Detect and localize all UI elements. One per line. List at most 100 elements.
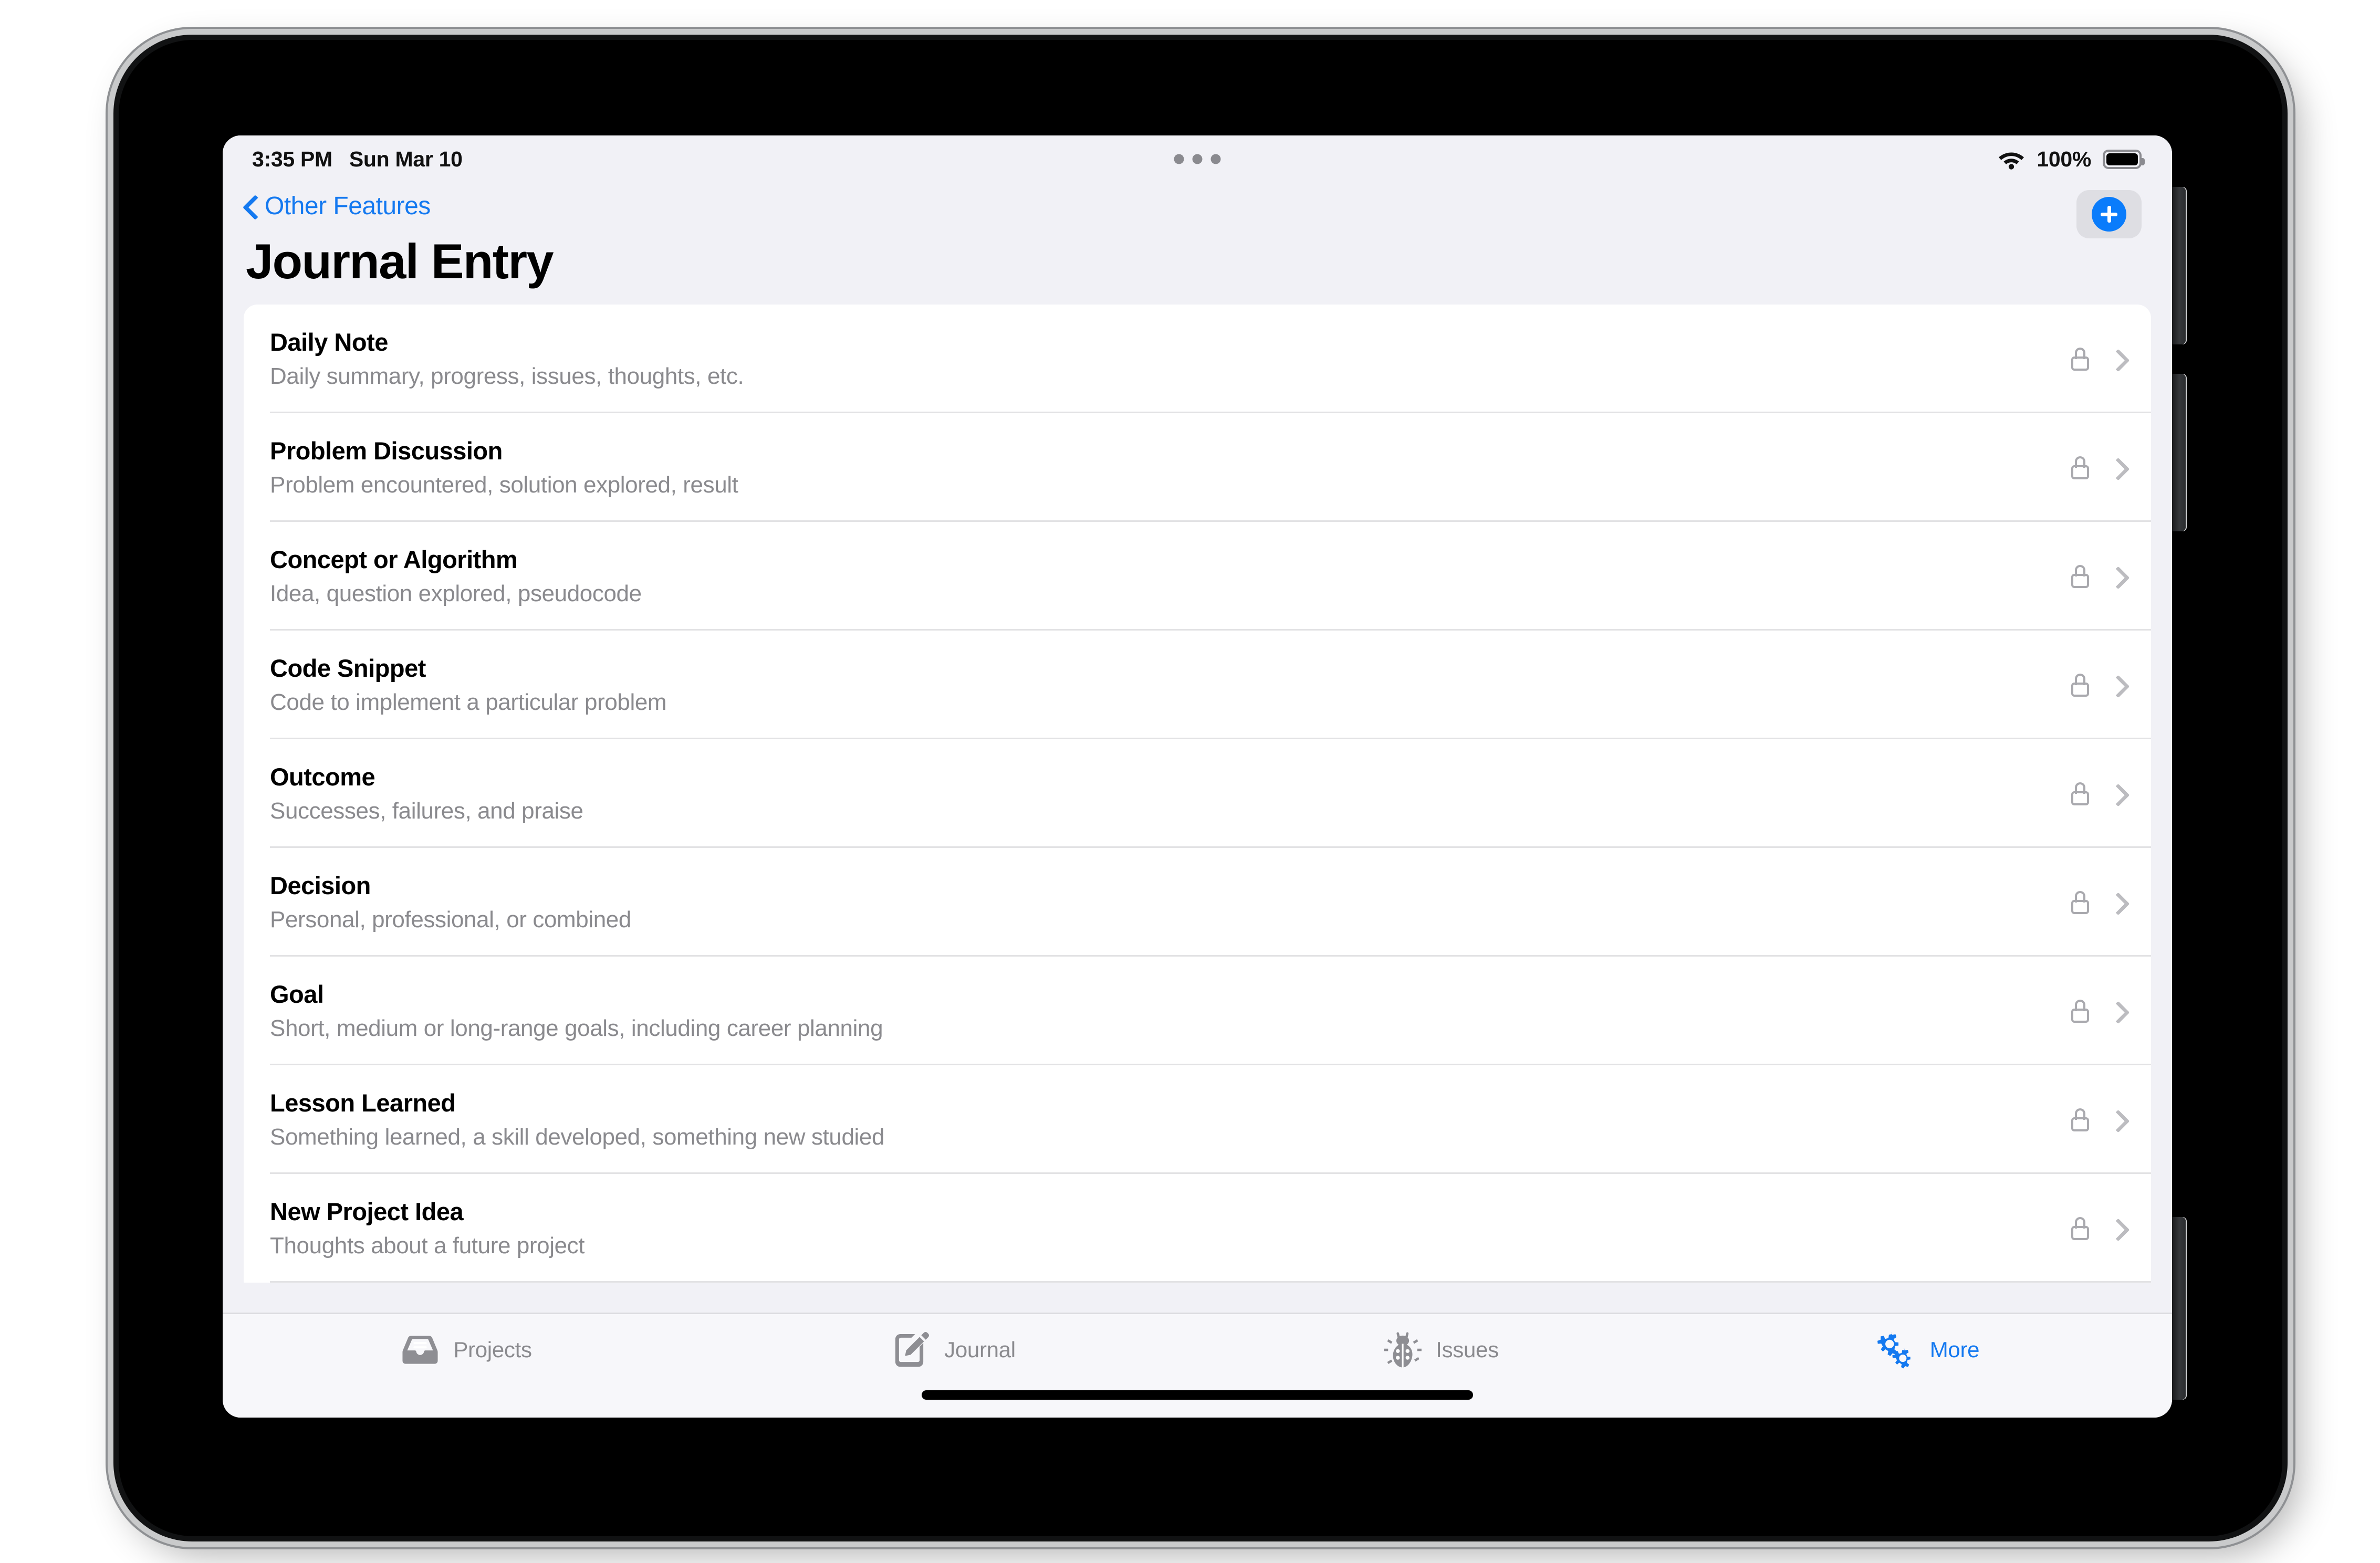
row-text: Goal Short, medium or long-range goals, … bbox=[270, 980, 2071, 1042]
chevron-right-icon[interactable] bbox=[2111, 458, 2123, 478]
row-text: Code Snippet Code to implement a particu… bbox=[270, 654, 2071, 716]
table-row[interactable]: Code Snippet Code to implement a particu… bbox=[244, 631, 2151, 739]
row-text: Outcome Successes, failures, and praise bbox=[270, 762, 2071, 825]
table-row[interactable]: Daily Note Daily summary, progress, issu… bbox=[244, 305, 2151, 413]
battery-level-fill bbox=[2106, 153, 2138, 165]
tab-issues[interactable]: Issues bbox=[1197, 1326, 1685, 1374]
tab-projects[interactable]: Projects bbox=[223, 1326, 710, 1374]
table-row[interactable]: Lesson Learned Something learned, a skil… bbox=[244, 1065, 2151, 1174]
row-subtitle: Problem encountered, solution explored, … bbox=[270, 472, 738, 498]
table-row[interactable]: Outcome Successes, failures, and praise bbox=[244, 739, 2151, 848]
status-bar: 3:35 PM Sun Mar 10 100% bbox=[223, 135, 2172, 183]
add-entry-button[interactable] bbox=[2076, 190, 2142, 238]
power-button[interactable] bbox=[2172, 1217, 2186, 1400]
row-text: Problem Discussion Problem encountered, … bbox=[270, 436, 2071, 499]
square-pencil-icon bbox=[895, 1332, 930, 1367]
row-text: Daily Note Daily summary, progress, issu… bbox=[270, 328, 2071, 390]
row-separator bbox=[270, 1281, 2151, 1283]
row-accessories bbox=[2071, 347, 2126, 371]
multitasking-dots-icon[interactable] bbox=[1174, 154, 1221, 164]
home-indicator[interactable] bbox=[922, 1390, 1473, 1400]
tab-more[interactable]: More bbox=[1685, 1326, 2172, 1374]
row-subtitle: Short, medium or long-range goals, inclu… bbox=[270, 1015, 883, 1042]
chevron-right-icon[interactable] bbox=[2111, 1001, 2123, 1021]
row-title: Daily Note bbox=[270, 328, 388, 356]
lock-icon bbox=[2071, 782, 2089, 805]
journal-entry-list-scroll[interactable]: Daily Note Daily summary, progress, issu… bbox=[223, 305, 2172, 1313]
chevron-left-icon bbox=[244, 195, 256, 216]
row-subtitle: Something learned, a skill developed, so… bbox=[270, 1124, 885, 1150]
wifi-icon bbox=[1999, 152, 2024, 170]
screen: 3:35 PM Sun Mar 10 100% Other Features J… bbox=[223, 135, 2172, 1418]
table-row[interactable]: Concept or Algorithm Idea, question expl… bbox=[244, 522, 2151, 631]
row-accessories bbox=[2071, 564, 2126, 588]
table-row[interactable]: Problem Discussion Problem encountered, … bbox=[244, 413, 2151, 522]
back-button-label: Other Features bbox=[265, 192, 431, 220]
tab-bar: Projects Journal Issues More bbox=[223, 1313, 2172, 1418]
header-area: Other Features Journal Entry bbox=[223, 183, 2172, 305]
battery-full-icon bbox=[2103, 149, 2145, 169]
row-title: Goal bbox=[270, 980, 324, 1008]
row-text: Concept or Algorithm Idea, question expl… bbox=[270, 545, 2071, 607]
row-subtitle: Successes, failures, and praise bbox=[270, 798, 583, 824]
inbox-tray-icon bbox=[402, 1336, 438, 1364]
row-title: Problem Discussion bbox=[270, 436, 503, 465]
row-text: New Project Idea Thoughts about a future… bbox=[270, 1197, 2071, 1260]
row-subtitle: Daily summary, progress, issues, thought… bbox=[270, 363, 744, 390]
chevron-right-icon[interactable] bbox=[2111, 1219, 2123, 1239]
navigation-bar: Other Features bbox=[223, 183, 2172, 238]
lock-icon bbox=[2071, 564, 2089, 588]
lock-icon bbox=[2071, 673, 2089, 697]
dot bbox=[1174, 154, 1184, 164]
plus-circle-icon bbox=[2092, 197, 2126, 232]
chevron-right-icon[interactable] bbox=[2111, 893, 2123, 912]
tab-label: More bbox=[1929, 1337, 1980, 1362]
table-row[interactable]: New Project Idea Thoughts about a future… bbox=[244, 1174, 2151, 1283]
status-bar-right: 100% bbox=[1998, 135, 2145, 183]
volume-down-button[interactable] bbox=[2172, 374, 2186, 531]
chevron-right-icon[interactable] bbox=[2111, 675, 2123, 695]
chevron-right-icon[interactable] bbox=[2111, 784, 2123, 804]
double-gear-icon bbox=[1877, 1331, 1911, 1369]
row-subtitle: Code to implement a particular problem bbox=[270, 689, 667, 716]
row-text: Decision Personal, professional, or comb… bbox=[270, 871, 2071, 933]
row-title: Outcome bbox=[270, 762, 375, 791]
status-bar-left: 3:35 PM Sun Mar 10 bbox=[252, 147, 463, 172]
table-row[interactable]: Goal Short, medium or long-range goals, … bbox=[244, 957, 2151, 1065]
tab-label: Projects bbox=[453, 1337, 532, 1362]
dot bbox=[1210, 154, 1221, 164]
tab-journal[interactable]: Journal bbox=[710, 1326, 1197, 1374]
row-title: Code Snippet bbox=[270, 654, 426, 682]
journal-entry-list: Daily Note Daily summary, progress, issu… bbox=[244, 305, 2151, 1283]
row-accessories bbox=[2071, 999, 2126, 1023]
lock-icon bbox=[2071, 1108, 2089, 1131]
chevron-right-icon[interactable] bbox=[2111, 1110, 2123, 1130]
row-accessories bbox=[2071, 456, 2126, 479]
tab-label: Issues bbox=[1436, 1337, 1499, 1362]
chevron-right-icon[interactable] bbox=[2111, 567, 2123, 586]
lock-icon bbox=[2071, 1216, 2089, 1240]
row-title: Decision bbox=[270, 871, 371, 899]
row-text: Lesson Learned Something learned, a skil… bbox=[270, 1088, 2071, 1151]
row-accessories bbox=[2071, 782, 2126, 805]
volume-up-button[interactable] bbox=[2172, 187, 2186, 344]
status-time: 3:35 PM bbox=[252, 146, 332, 171]
chevron-right-icon[interactable] bbox=[2111, 349, 2123, 369]
page-title: Journal Entry bbox=[246, 233, 2172, 290]
status-date: Sun Mar 10 bbox=[349, 146, 463, 171]
ladybug-icon bbox=[1384, 1332, 1422, 1368]
lock-icon bbox=[2071, 999, 2089, 1023]
dot bbox=[1192, 154, 1203, 164]
battery-cap bbox=[2141, 158, 2145, 165]
back-button[interactable]: Other Features bbox=[244, 186, 431, 226]
row-subtitle: Idea, question explored, pseudocode bbox=[270, 581, 642, 607]
lock-icon bbox=[2071, 456, 2089, 479]
row-subtitle: Thoughts about a future project bbox=[270, 1233, 585, 1259]
row-accessories bbox=[2071, 673, 2126, 697]
lock-icon bbox=[2071, 890, 2089, 914]
row-title: Lesson Learned bbox=[270, 1088, 456, 1117]
row-accessories bbox=[2071, 890, 2126, 914]
table-row[interactable]: Decision Personal, professional, or comb… bbox=[244, 848, 2151, 957]
row-accessories bbox=[2071, 1216, 2126, 1240]
battery-percent-label: 100% bbox=[2037, 146, 2091, 171]
